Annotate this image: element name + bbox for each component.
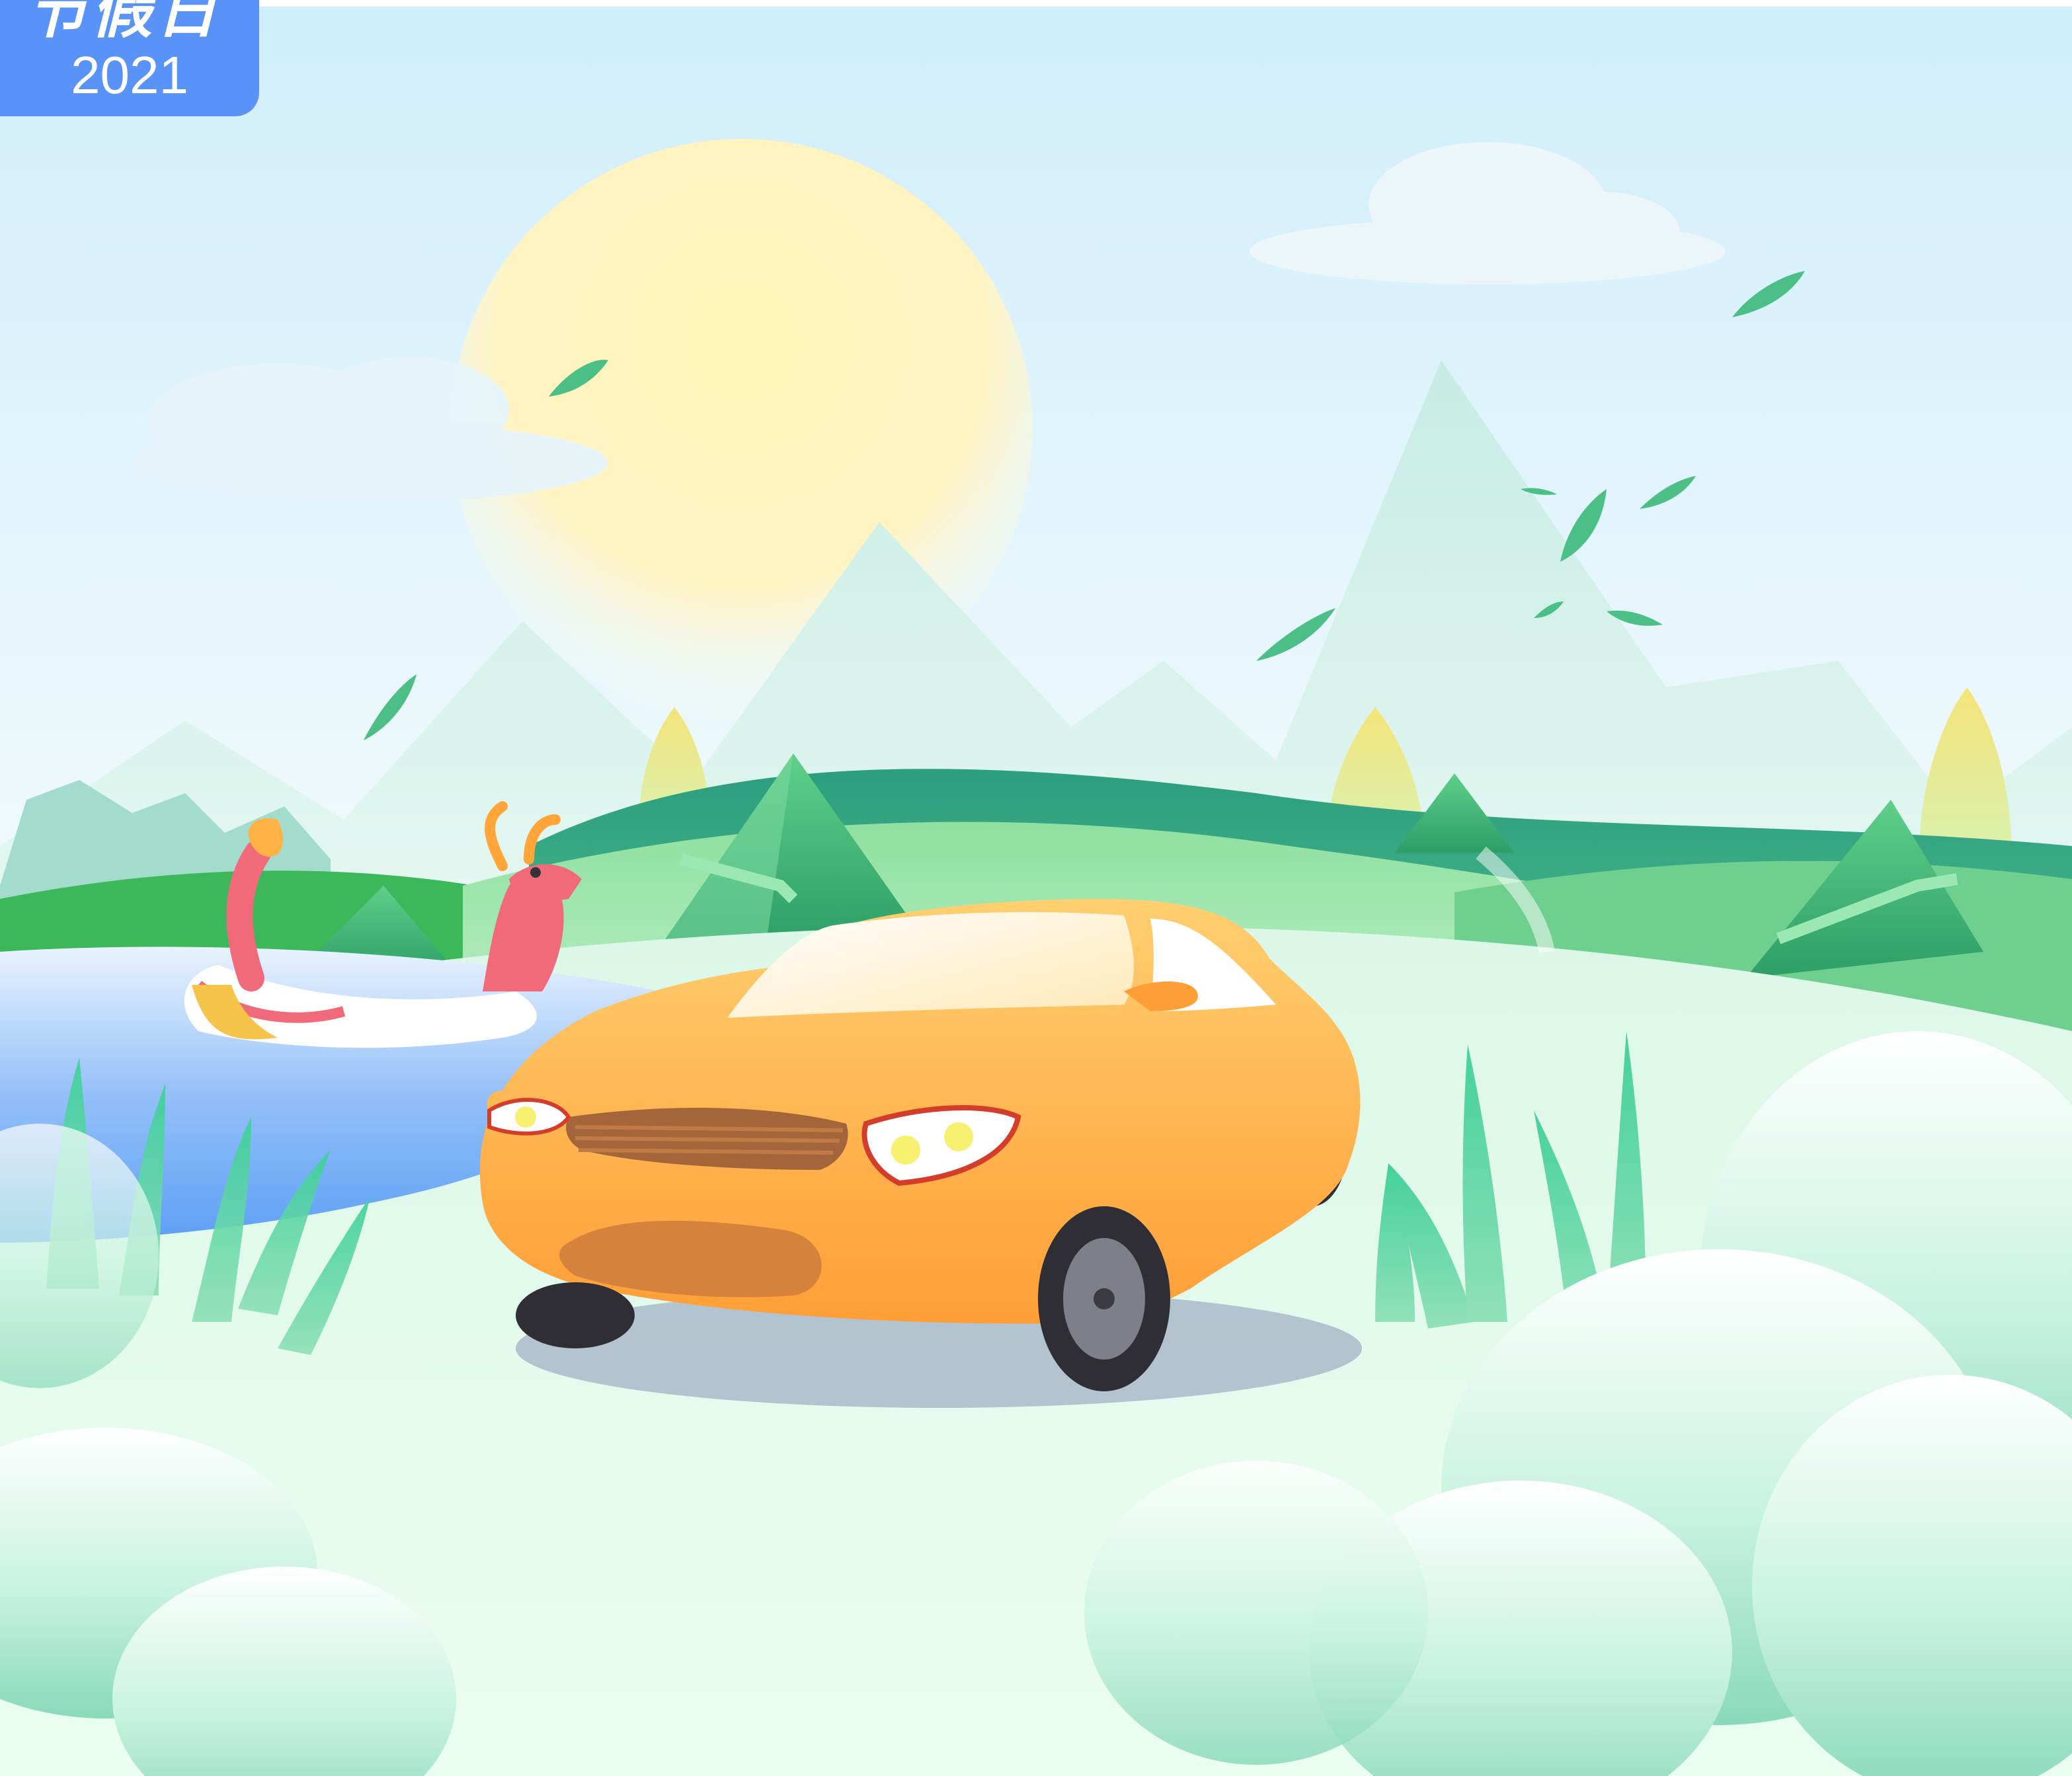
top-border — [0, 0, 2072, 7]
badge-title: 节假日 — [26, 0, 221, 46]
car-front-wheel-left — [516, 1282, 635, 1348]
holiday-illustration — [0, 0, 2072, 1776]
holiday-badge: 节假日 2021 — [0, 0, 259, 116]
badge-year: 2021 — [71, 46, 188, 104]
